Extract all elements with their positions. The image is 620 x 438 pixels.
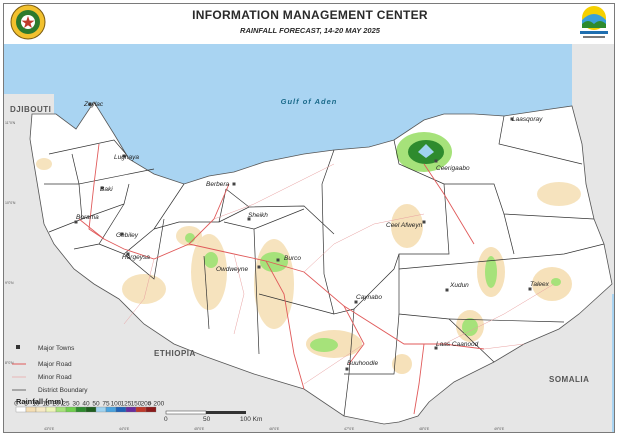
ramp-break-label: 0 [14,401,18,408]
ramp-swatch [65,406,77,413]
graticule-lon-label: 47°0'E [344,427,355,431]
country-somalia: SOMALIA [549,375,589,384]
header: INFORMATION MANAGEMENT CENTER RAINFALL F… [0,0,620,44]
graticule-lon-label: 48°0'E [419,427,430,431]
graticule-lat-label: 9°0'N [5,281,14,285]
rainfall-ramp-labels: 0 5 10 15 20 25 30 40 50 75 100 125 150 200> 200 [14,401,164,408]
country-ethiopia: ETHIOPIA [154,349,196,358]
legend-district-boundary: District Boundary [38,387,88,394]
legend-minor-road: Minor Road [38,374,72,381]
town-label: Baki [100,186,113,193]
rainfall-color-ramp [15,406,157,413]
town-marker [434,159,438,163]
town-label: Berbera [206,181,230,188]
ramp-break-label: 15 [42,401,50,408]
imc-logo [580,6,608,38]
town-label: Gebiley [116,232,139,239]
graticule-lat-label: 11°0'N [5,121,16,125]
town-label: Lughaya [114,154,139,161]
town-label: Buuhoodle [347,360,378,367]
ramp-break-label: > 200 [148,401,165,408]
town-marker [345,367,349,371]
ramp-break-label: 25 [62,401,70,408]
town-label: Hargeysa [122,254,150,261]
graticule-lat-label: 10°0'N [5,201,16,205]
legend-major-road: Major Road [38,361,72,368]
town-label: Ceerigaabo [436,165,470,172]
ramp-break-label: 40 [82,401,90,408]
scale-label-100: 100 Km [240,416,262,423]
town-marker [232,182,236,186]
town-label: Xudun [449,282,469,289]
ramp-break-label: 50 [92,401,100,408]
ramp-swatch [45,406,57,413]
town-label: Owdweyne [216,266,249,273]
town-label: Borama [76,214,99,221]
ramp-break-label: 5 [24,401,28,408]
ramp-swatch [135,406,147,413]
page-title: INFORMATION MANAGEMENT CENTER [192,8,428,22]
town-label: Caynabo [356,294,382,301]
ramp-swatch [95,406,107,413]
town-marker [422,220,426,224]
town-label: Ceel Afweyn [386,222,423,229]
graticule-lon-label: 49°0'E [494,427,505,431]
graticule-lon-label: 45°0'E [194,427,205,431]
town-label: Zeylac [83,101,104,108]
ramp-break-label: 75 [102,401,110,408]
town-label: Taleex [530,281,550,288]
legend-town-marker [16,345,20,349]
town-marker [257,265,261,269]
sea-label: Gulf of Aden [281,97,338,106]
ramp-swatch [55,406,67,413]
scale-label-0: 0 [164,416,168,423]
town-label: Laasqoray [512,116,543,123]
map-svg: Gulf of Aden DJIBOUTI ETHIOPIA SOMALIA Z… [4,44,614,432]
town-marker [276,258,280,262]
town-label: Burco [284,255,301,262]
ramp-swatch [145,406,157,413]
ramp-break-label: 30 [72,401,80,408]
graticule-lon-label: 43°0'E [44,427,55,431]
ramp-swatch [25,406,37,413]
ramp-swatch [35,406,47,413]
page-subtitle: RAINFALL FORECAST, 14-20 MAY 2025 [240,26,380,35]
ramp-break-label: 20 [52,401,60,408]
town-marker [445,288,449,292]
ramp-swatch [105,406,117,413]
ramp-swatch [15,406,27,413]
scale-label-50: 50 [203,416,211,423]
ramp-swatch [125,406,137,413]
map-panel: Gulf of Aden DJIBOUTI ETHIOPIA SOMALIA Z… [4,44,614,432]
ramp-break-label: 10 [32,401,40,408]
graticule-lon-label: 46°0'E [269,427,280,431]
legend-major-towns: Major Towns [38,345,75,352]
graticule-lon-label: 44°0'E [119,427,130,431]
ramp-swatch [115,406,127,413]
town-label: Laas Caanood [436,341,479,348]
ramp-swatch [85,406,97,413]
country-djibouti: DJIBOUTI [10,105,51,114]
ramp-swatch [75,406,87,413]
town-label: Sheikh [248,212,268,219]
